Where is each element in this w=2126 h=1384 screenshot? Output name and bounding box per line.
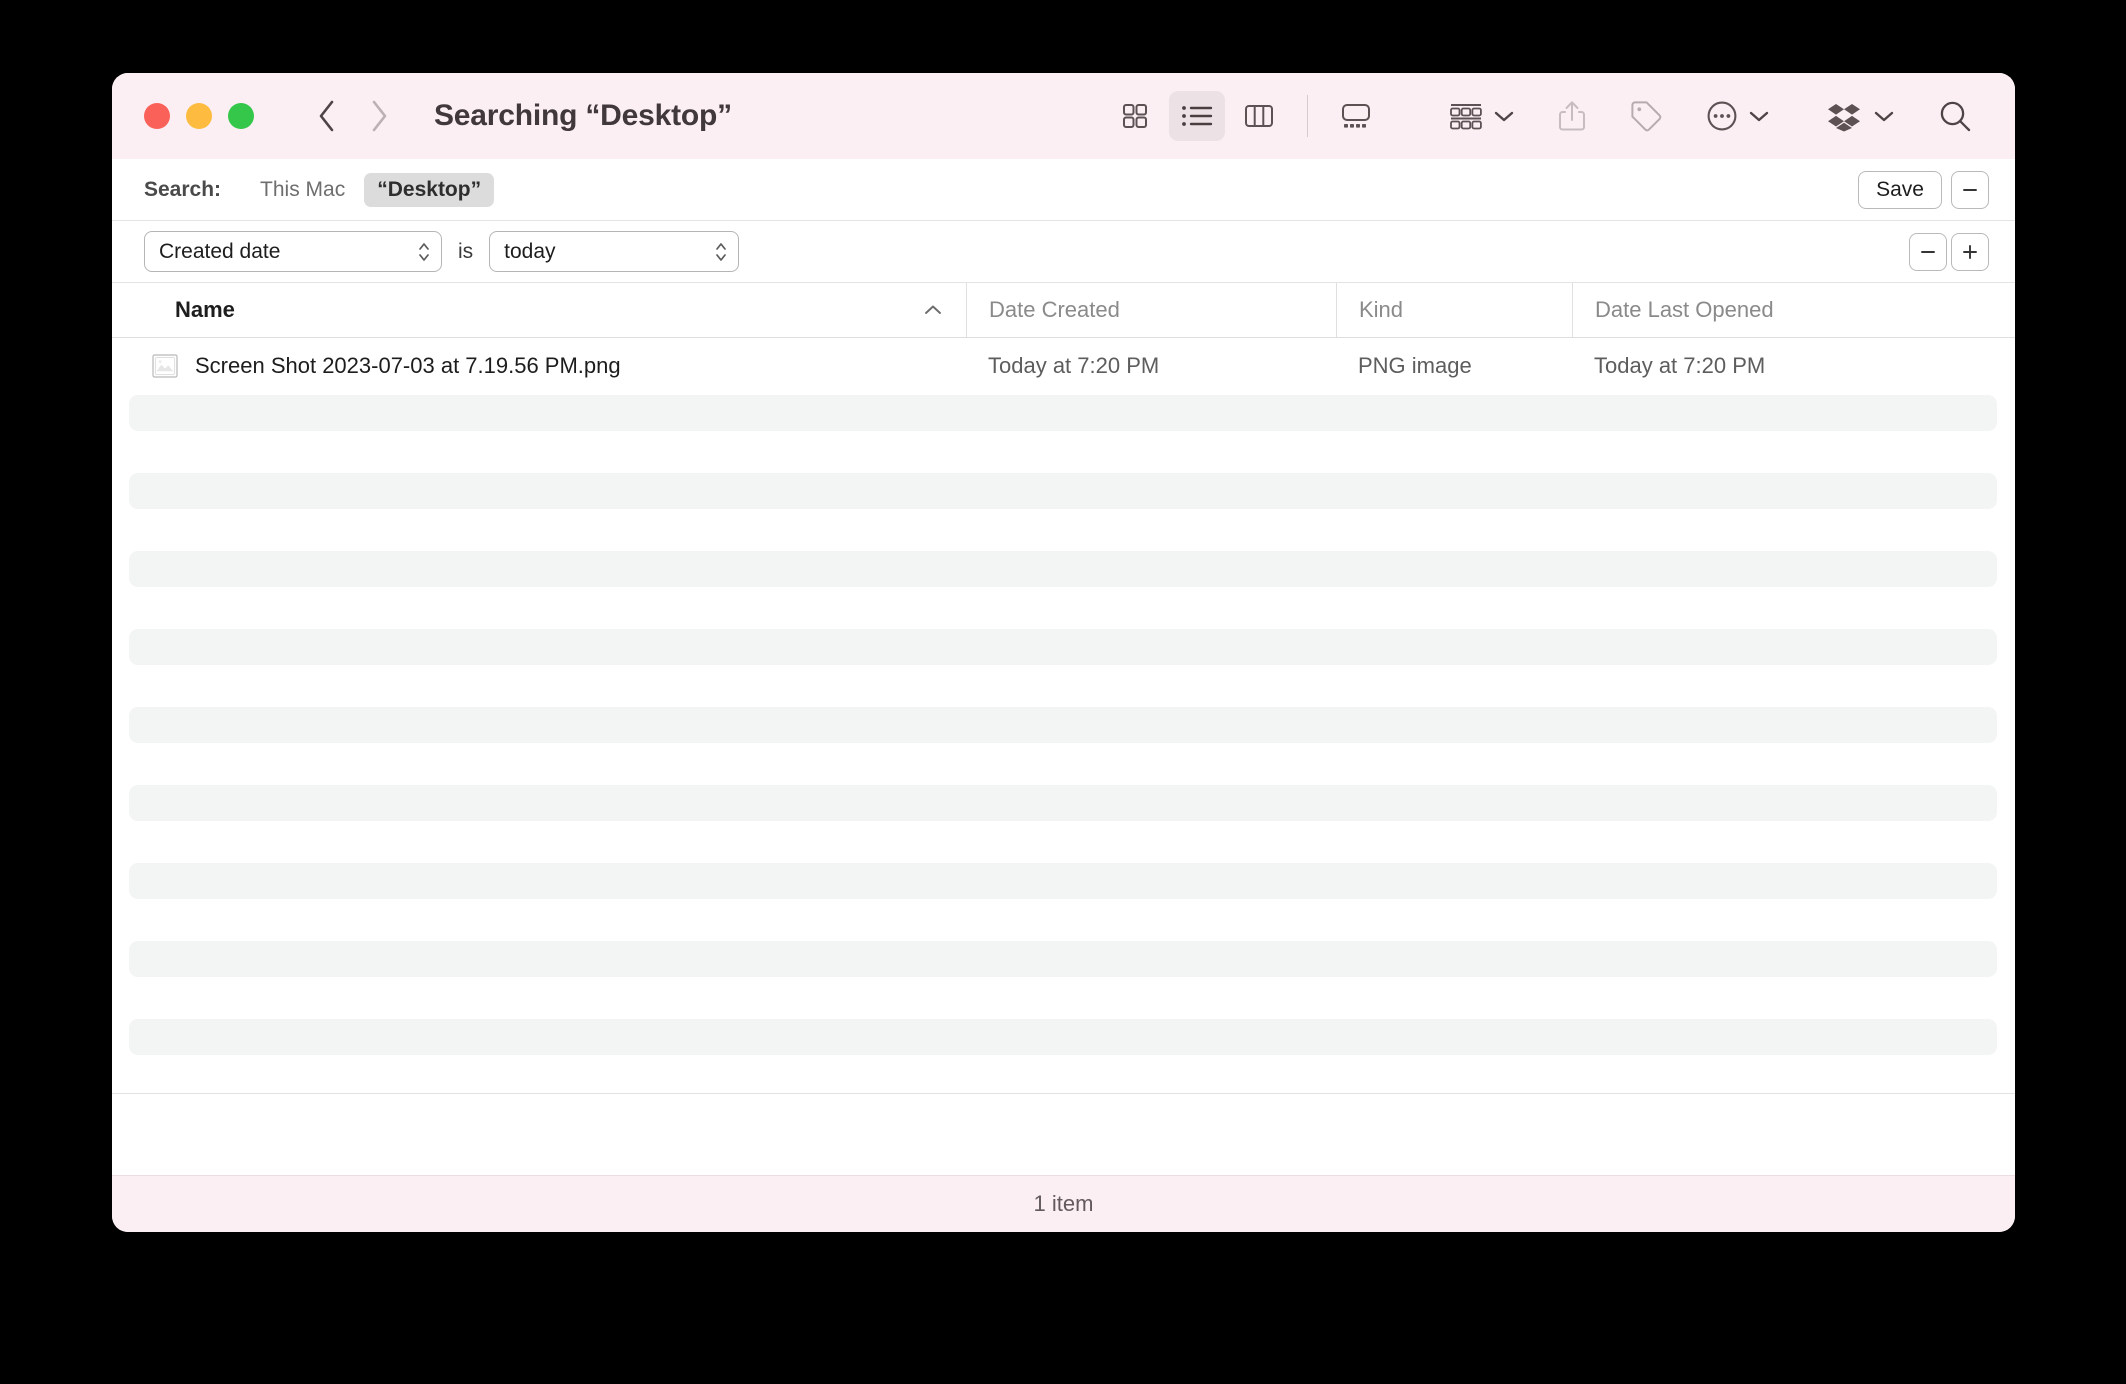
row-date-last-opened: Today at 7:20 PM <box>1594 352 1766 378</box>
criteria-value-select[interactable]: today <box>489 231 740 272</box>
column-header-date-last-opened[interactable]: Date Last Opened <box>1572 283 2015 337</box>
list-item <box>129 629 1997 665</box>
add-criteria-button[interactable] <box>1951 232 1989 271</box>
status-bar: 1 item <box>112 1175 2015 1232</box>
window-controls <box>144 103 254 129</box>
list-item <box>129 863 1997 899</box>
criteria-operator: is <box>458 239 474 263</box>
search-scope-bar: Search: This Mac “Desktop” Save <box>112 159 2015 221</box>
column-header-date-created[interactable]: Date Created <box>966 283 1336 337</box>
page-title: Searching “Desktop” <box>434 99 732 132</box>
list-item <box>129 941 1997 977</box>
scope-option-desktop[interactable]: “Desktop” <box>364 172 495 207</box>
search-scope-label: Search: <box>144 177 222 201</box>
search-criteria-bar: Created date is today <box>112 221 2015 283</box>
column-header-kind-label: Kind <box>1359 297 1404 322</box>
plus-icon <box>1963 244 1977 259</box>
tags-button[interactable] <box>1629 91 1663 141</box>
maximize-button[interactable] <box>228 103 254 129</box>
table-row[interactable]: Screen Shot 2023-07-03 at 7.19.56 PM.png… <box>112 338 2015 393</box>
dropbox-button[interactable] <box>1826 91 1895 141</box>
window-titlebar: Searching “Desktop” <box>112 73 2015 159</box>
view-mode-group <box>1107 91 1384 141</box>
list-item <box>129 473 1997 509</box>
column-headers: Name Date Created Kind Date Last Opened <box>112 283 2015 338</box>
file-list[interactable]: Screen Shot 2023-07-03 at 7.19.56 PM.png… <box>112 338 2015 1175</box>
share-icon <box>1559 101 1585 131</box>
columns-icon <box>1245 105 1273 127</box>
minus-icon <box>1963 188 1977 191</box>
row-date-created: Today at 7:20 PM <box>988 352 1160 378</box>
scope-option-this-mac[interactable]: This Mac <box>247 173 358 207</box>
minimize-button[interactable] <box>186 103 212 129</box>
share-button[interactable] <box>1557 91 1587 141</box>
column-view-button[interactable] <box>1231 91 1287 141</box>
list-item <box>129 551 1997 587</box>
column-header-date-created-label: Date Created <box>989 297 1120 322</box>
forward-button[interactable] <box>368 99 390 133</box>
list-item <box>129 395 1997 431</box>
criteria-attribute-value: Created date <box>159 239 281 263</box>
navigation-buttons <box>316 99 390 133</box>
row-file-name: Screen Shot 2023-07-03 at 7.19.56 PM.png <box>195 352 621 378</box>
more-actions-button[interactable] <box>1705 91 1770 141</box>
chevron-down-icon <box>1494 111 1514 122</box>
save-search-button[interactable]: Save <box>1858 170 1942 209</box>
column-header-name[interactable]: Name <box>112 283 966 337</box>
column-header-date-last-opened-label: Date Last Opened <box>1595 297 1774 322</box>
remove-criteria-button[interactable] <box>1909 232 1947 271</box>
close-button[interactable] <box>144 103 170 129</box>
search-button[interactable] <box>1937 91 1973 141</box>
forward-icon <box>372 100 387 132</box>
close-search-button[interactable] <box>1951 170 1989 209</box>
group-icon <box>1450 104 1482 130</box>
ellipsis-circle-icon <box>1707 101 1737 131</box>
search-icon <box>1940 101 1971 132</box>
dropbox-icon <box>1828 104 1860 132</box>
finder-window: Searching “Desktop” Search: This Mac “De… <box>112 73 2015 1232</box>
updown-chevron-icon <box>419 242 429 261</box>
toolbar <box>1107 73 2015 159</box>
column-header-name-label: Name <box>175 297 235 322</box>
back-icon <box>319 100 334 132</box>
minus-icon <box>1921 250 1935 253</box>
scope-actions: Save <box>1858 170 1989 209</box>
criteria-attribute-select[interactable]: Created date <box>144 231 442 272</box>
grid-icon <box>1123 104 1147 128</box>
row-kind: PNG image <box>1358 352 1472 378</box>
criteria-row-controls <box>1909 232 1989 271</box>
icon-view-button[interactable] <box>1107 91 1163 141</box>
item-count-text: 1 item <box>1033 1191 1094 1216</box>
list-item <box>129 707 1997 743</box>
criteria-value: today <box>504 239 556 263</box>
row-name-cell: Screen Shot 2023-07-03 at 7.19.56 PM.png <box>112 353 966 379</box>
group-by-button[interactable] <box>1448 91 1515 141</box>
gallery-view-button[interactable] <box>1328 91 1384 141</box>
png-image-thumbnail-icon <box>152 353 178 378</box>
list-item <box>129 1019 1997 1055</box>
list-view-button[interactable] <box>1169 91 1225 141</box>
tag-icon <box>1631 101 1662 132</box>
chevron-down-icon <box>1749 111 1769 122</box>
chevron-down-icon <box>1874 111 1894 122</box>
toolbar-divider <box>1307 95 1308 137</box>
gallery-icon <box>1342 104 1370 128</box>
list-icon <box>1182 106 1213 126</box>
updown-chevron-icon <box>716 242 727 261</box>
list-item <box>129 785 1997 821</box>
sort-ascending-icon <box>925 305 941 314</box>
back-button[interactable] <box>316 99 338 133</box>
column-header-kind[interactable]: Kind <box>1336 283 1572 337</box>
list-bottom-divider <box>112 1093 2015 1094</box>
